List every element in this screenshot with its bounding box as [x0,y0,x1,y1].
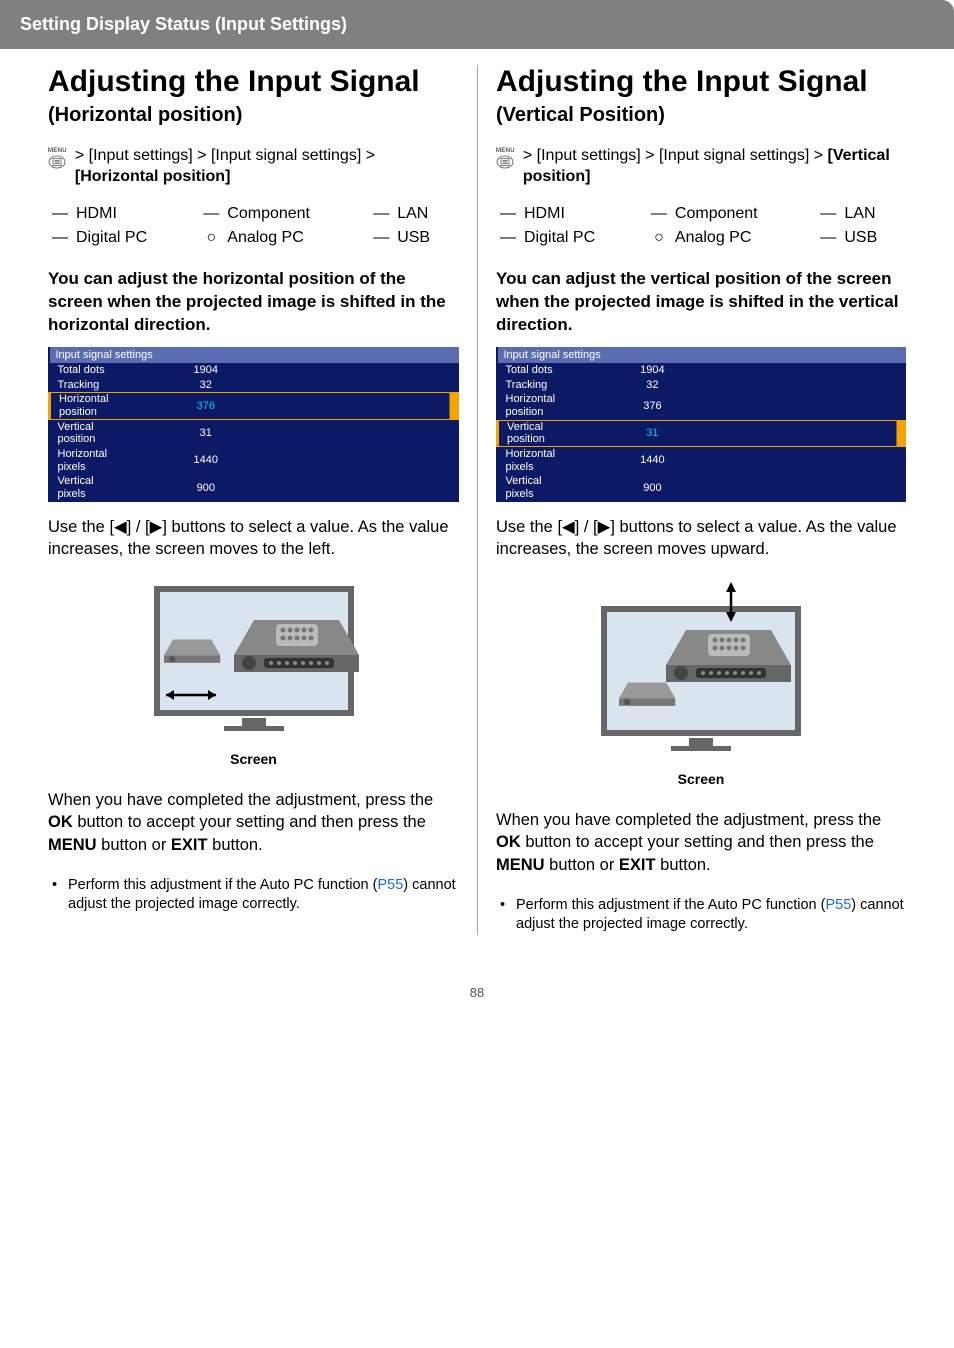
setting-row: Vertical pixels900 [50,474,460,501]
settings-panel: Input signal settings Total dots1904 Tra… [48,347,459,502]
compat-sym: — [816,226,840,250]
description: You can adjust the horizontal position o… [48,268,459,337]
compat-sym: — [369,202,393,226]
section-title: Adjusting the Input Signal [48,65,459,100]
usage-text: Use the [◀] / [▶] buttons to select a va… [496,516,906,561]
settings-header: Input signal settings [50,347,460,364]
compat-label: Component [671,202,816,226]
menu-icon: MENU [48,147,67,188]
page-header: Setting Display Status (Input Settings) [0,0,954,49]
note-bullet: • Perform this adjustment if the Auto PC… [52,876,459,915]
menu-path: MENU > [Input settings] > [Input signal … [48,145,459,188]
setting-row: Horizontal pixels1440 [50,447,460,474]
compat-sym: — [48,202,72,226]
compat-sym: ○ [199,226,223,250]
setting-row: Total dots1904 [498,363,907,378]
section-subtitle: (Horizontal position) [48,104,459,127]
section-subtitle: (Vertical Position) [496,104,906,127]
section-title: Adjusting the Input Signal [496,65,906,100]
compat-label: LAN [840,202,906,226]
content: Adjusting the Input Signal (Horizontal p… [0,49,954,975]
setting-row: Horizontal position376 [50,392,460,419]
completion-text: When you have completed the adjustment, … [48,789,459,856]
page-link[interactable]: P55 [377,877,403,893]
setting-row: Vertical pixels900 [498,474,907,501]
page-number: 88 [0,975,954,1020]
diagram-caption: Screen [496,771,906,787]
path-text: > [Input settings] > [Input signal setti… [75,145,459,188]
setting-row: Tracking32 [498,378,907,393]
compat-sym: — [369,226,393,250]
compatibility-table: — HDMI — Component — LAN — Digital PC ○ … [48,202,459,250]
compat-sym: — [816,202,840,226]
diagram-caption: Screen [48,751,459,767]
compat-label: USB [840,226,906,250]
setting-row: Total dots1904 [50,363,460,378]
compat-sym: — [496,202,520,226]
compat-label: Component [223,202,369,226]
compat-label: Digital PC [520,226,647,250]
setting-row: Vertical position31 [50,420,460,447]
setting-row: Vertical position31 [498,420,907,447]
setting-row: Horizontal pixels1440 [498,447,907,474]
usage-text: Use the [◀] / [▶] buttons to select a va… [48,516,459,561]
menu-path: MENU > [Input settings] > [Input signal … [496,145,906,188]
compat-sym: — [199,202,223,226]
setting-row: Tracking32 [50,378,460,393]
note-bullet: • Perform this adjustment if the Auto PC… [500,896,906,935]
path-text: > [Input settings] > [Input signal setti… [523,145,906,188]
compat-label: USB [393,226,459,250]
setting-row: Horizontal position376 [498,392,907,419]
left-column: Adjusting the Input Signal (Horizontal p… [30,65,477,935]
right-column: Adjusting the Input Signal (Vertical Pos… [477,65,924,935]
compat-sym: — [496,226,520,250]
description: You can adjust the vertical position of … [496,268,906,337]
compat-sym: — [647,202,671,226]
settings-header: Input signal settings [498,347,907,364]
compat-label: Digital PC [72,226,199,250]
settings-panel: Input signal settings Total dots1904 Tra… [496,347,906,502]
completion-text: When you have completed the adjustment, … [496,809,906,876]
compat-label: HDMI [72,202,199,226]
diagram: Screen [48,580,459,767]
compat-label: Analog PC [223,226,369,250]
compat-sym: ○ [647,226,671,250]
diagram: Screen [496,580,906,787]
page-link[interactable]: P55 [825,897,851,913]
menu-icon: MENU [496,147,515,188]
compat-label: LAN [393,202,459,226]
compat-label: HDMI [520,202,647,226]
compat-label: Analog PC [671,226,816,250]
compatibility-table: — HDMI — Component — LAN — Digital PC ○ … [496,202,906,250]
compat-sym: — [48,226,72,250]
